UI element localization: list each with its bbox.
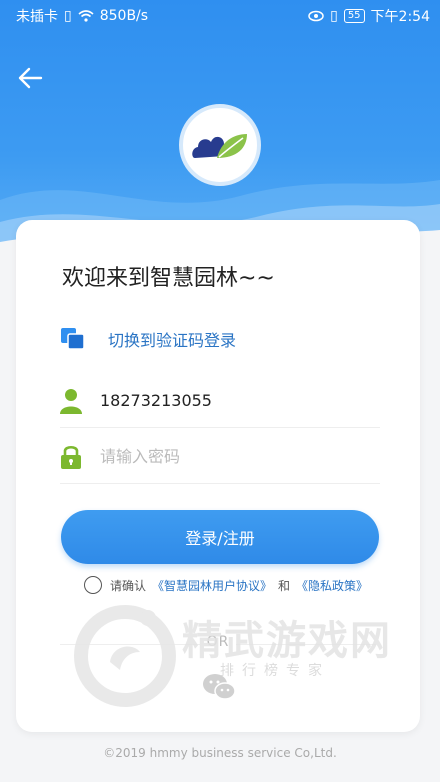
- vibrate-icon: ▯: [330, 8, 338, 24]
- clock: 下午2:54: [370, 9, 430, 25]
- password-field-row: [60, 430, 380, 484]
- switch-login-mode[interactable]: 切换到验证码登录: [60, 324, 236, 354]
- watermark-subtitle: 排行榜专家: [220, 663, 330, 679]
- back-button[interactable]: [14, 62, 46, 94]
- arrow-left-icon: [18, 67, 43, 89]
- cloud-leaf-logo-icon: [192, 134, 247, 158]
- network-speed: 850B/s: [99, 8, 149, 24]
- carrier-text: 未插卡: [16, 9, 58, 25]
- agree-checkbox[interactable]: [84, 576, 102, 594]
- eye-comfort-icon: [308, 10, 324, 22]
- password-input[interactable]: [100, 447, 340, 466]
- battery-indicator: 55: [343, 9, 365, 23]
- agree-and: 和: [278, 578, 291, 593]
- switch-login-mode-label: 切换到验证码登录: [108, 331, 237, 350]
- login-register-button[interactable]: 登录/注册: [61, 510, 379, 564]
- phone-field-row: [60, 374, 380, 428]
- sim-icon: ▯: [64, 8, 72, 24]
- status-bar: 未插卡 ▯ 850B/s ▯ 55 下午2:54: [0, 0, 440, 32]
- watermark-logo-icon: [74, 605, 176, 707]
- app-logo: [179, 104, 261, 186]
- privacy-policy-link[interactable]: 《隐私政策》: [296, 577, 368, 594]
- watermark-title: 精武游戏网: [182, 618, 392, 664]
- agreement-row: 请确认 《智慧园林用户协议》 和 《隐私政策》: [84, 574, 368, 596]
- switch-icon: [61, 328, 85, 350]
- lock-icon: [61, 445, 81, 469]
- user-agreement-link[interactable]: 《智慧园林用户协议》: [152, 577, 272, 594]
- user-icon: [60, 388, 82, 414]
- wifi-icon: [78, 10, 94, 22]
- copyright-footer: ©2019 hmmy business service Co,Ltd.: [103, 746, 337, 760]
- phone-input[interactable]: [100, 391, 340, 410]
- agree-prefix: 请确认: [110, 578, 147, 593]
- welcome-title: 欢迎来到智慧园林~~: [62, 266, 275, 291]
- watermark: 精武游戏网 排行榜专家: [70, 594, 420, 714]
